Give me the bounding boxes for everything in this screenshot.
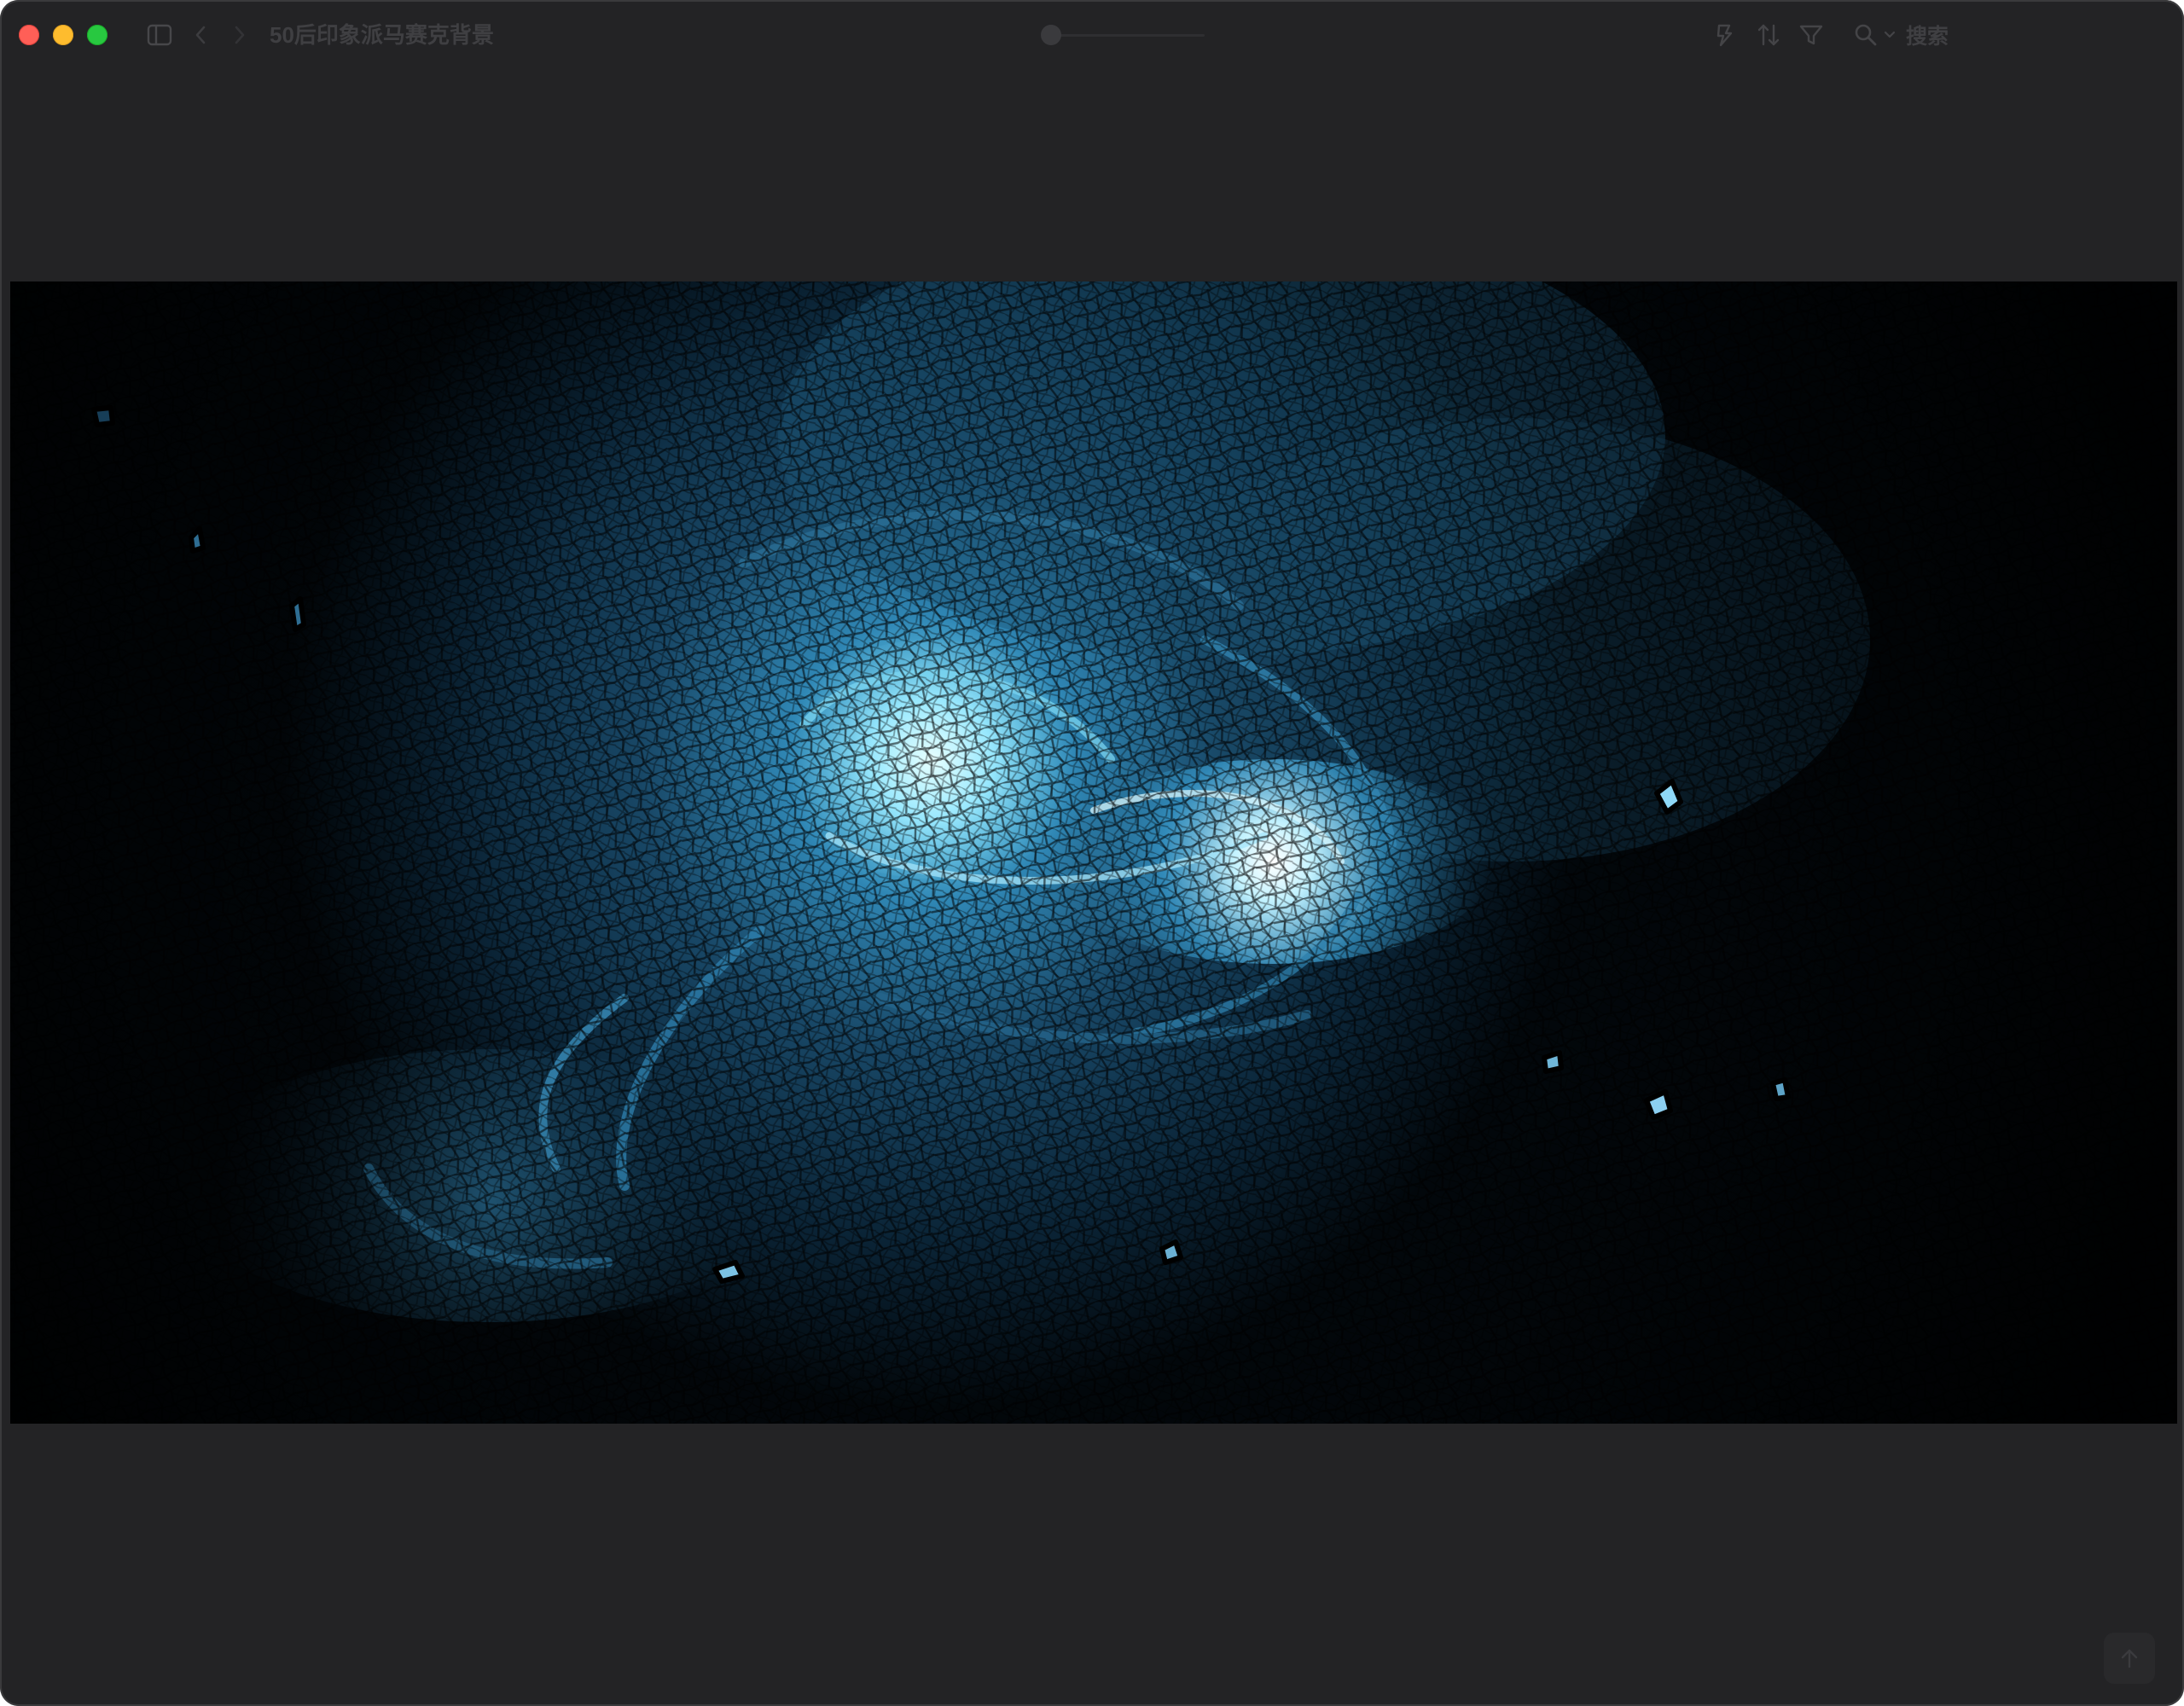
filter-icon[interactable] [1797,20,1826,49]
toolbar: 50后印象派马赛克背景 搜索 [0,0,2184,72]
sidebar-toggle-icon[interactable] [145,20,174,49]
search-icon [1853,22,1879,48]
close-window-button[interactable] [19,25,39,45]
mosaic-artwork [10,281,2177,1424]
zoom-slider-track[interactable] [1051,34,1205,37]
forward-icon[interactable] [229,20,251,49]
back-icon[interactable] [189,20,212,49]
magic-wand-icon[interactable] [1710,20,1739,49]
app-window: 50后印象派马赛克背景 搜索 [0,0,2184,1706]
search-placeholder: 搜索 [1906,25,1949,49]
zoom-slider-knob[interactable] [1041,25,1061,45]
search-field[interactable]: 搜索 [1853,19,1949,51]
zoom-window-button[interactable] [87,25,107,45]
scroll-to-top-button[interactable] [2104,1633,2155,1684]
sort-icon[interactable] [1754,20,1783,49]
arrow-up-icon [2119,1647,2140,1669]
minimize-window-button[interactable] [53,25,73,45]
image-preview[interactable] [10,281,2177,1424]
window-title: 50后印象派马赛克背景 [270,22,494,48]
search-options-chevron-icon[interactable] [1884,30,1896,40]
